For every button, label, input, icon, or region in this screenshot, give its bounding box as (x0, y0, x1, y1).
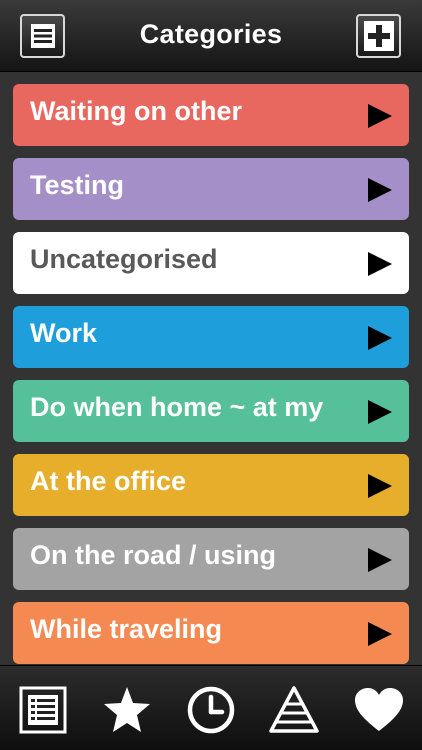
star-icon (104, 687, 150, 732)
tab-recent[interactable] (185, 684, 237, 736)
category-item-do-when-home[interactable]: Do when home ~ at my (13, 380, 409, 442)
play-arrow-icon (368, 252, 392, 276)
category-label: Work (30, 318, 98, 348)
tab-bar (0, 665, 422, 750)
category-item-waiting-on-other[interactable]: Waiting on other (13, 84, 409, 146)
heart-icon (355, 688, 403, 731)
category-label: At the office (30, 466, 187, 496)
play-arrow-icon (368, 400, 392, 424)
play-arrow-icon (368, 474, 392, 498)
category-item-work[interactable]: Work (13, 306, 409, 368)
category-label: Do when home ~ at my (30, 392, 324, 422)
clock-icon (187, 686, 235, 734)
category-item-while-traveling[interactable]: While traveling (13, 602, 409, 664)
category-label: Waiting on other (30, 96, 242, 126)
category-label: While traveling (30, 614, 223, 644)
play-arrow-icon (368, 622, 392, 646)
category-item-uncategorised[interactable]: Uncategorised (13, 232, 409, 294)
tab-list[interactable] (17, 684, 69, 736)
category-item-testing[interactable]: Testing (13, 158, 409, 220)
category-label: Testing (30, 170, 124, 200)
play-arrow-icon (368, 178, 392, 202)
category-label: On the road / using (30, 540, 277, 570)
tab-liked[interactable] (353, 684, 405, 736)
category-item-at-the-office[interactable]: At the office (13, 454, 409, 516)
header-bar: Categories (0, 0, 422, 72)
category-item-on-the-road[interactable]: On the road / using (13, 528, 409, 590)
play-arrow-icon (368, 326, 392, 350)
tab-favorites[interactable] (101, 684, 153, 736)
play-arrow-icon (368, 104, 392, 128)
category-list: Waiting on other Testing Uncategorised W… (0, 72, 422, 665)
add-category-button[interactable] (356, 14, 401, 58)
tab-priority[interactable] (268, 684, 320, 736)
category-label: Uncategorised (30, 244, 218, 274)
plus-icon (363, 21, 394, 51)
pyramid-icon (269, 686, 319, 733)
list-icon (19, 686, 67, 734)
play-arrow-icon (368, 548, 392, 572)
